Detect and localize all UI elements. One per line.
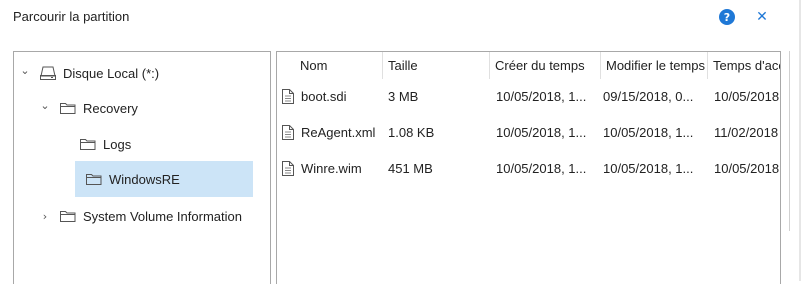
cell-accessed: 10/05/2018 — [714, 160, 780, 176]
folder-icon — [85, 172, 103, 186]
tree-item-label: WindowsRE — [109, 171, 180, 187]
cell-created: 10/05/2018, 1... — [496, 160, 587, 176]
table-row[interactable]: boot.sdi 3 MB 10/05/2018, 1... 09/15/2018, … — [277, 79, 780, 113]
tree-item-label: Logs — [103, 136, 132, 152]
file-icon — [281, 151, 295, 185]
table-row[interactable]: ReAgent.xml 1.08 KB 10/05/2018, 1... 10/05/… — [277, 115, 780, 149]
tree-item[interactable]: › System Volume Information — [19, 198, 264, 234]
folder-tree-panel: ⌄ Disque Local (*:) ⌄ Recovery Logs WindowsRE… — [13, 51, 271, 284]
tree-item[interactable]: ⌄ Disque Local (*:) — [19, 55, 264, 91]
cell-accessed: 11/02/2018 — [714, 124, 779, 140]
cell-name: Winre.wim — [301, 160, 362, 176]
tree-item[interactable]: Logs — [19, 126, 264, 162]
cell-modified: 10/05/2018, 1... — [603, 160, 694, 176]
close-button[interactable]: ✕ — [754, 8, 770, 26]
folder-icon — [79, 137, 97, 151]
cell-size: 1.08 KB — [388, 124, 435, 140]
folder-icon — [59, 209, 77, 223]
tree-item-label: System Volume Information — [83, 208, 242, 224]
table-row[interactable]: Winre.wim 451 MB 10/05/2018, 1... 10/05/201… — [277, 151, 780, 185]
chevron-right-icon[interactable]: › — [39, 210, 51, 223]
divider — [789, 51, 790, 231]
cell-modified: 10/05/2018, 1... — [603, 124, 694, 140]
tree-item[interactable]: WindowsRE — [75, 161, 253, 197]
help-button[interactable]: ? — [719, 9, 735, 25]
file-icon — [281, 79, 295, 113]
file-icon — [281, 115, 295, 149]
column-header-name[interactable]: Nom — [296, 52, 383, 79]
cell-modified: 09/15/2018, 0... — [603, 88, 694, 104]
column-header-created[interactable]: Créer du temps — [490, 52, 601, 79]
tree-item[interactable]: ⌄ Recovery — [19, 90, 264, 126]
column-header-modified[interactable]: Modifier le temps — [601, 52, 708, 79]
close-icon: ✕ — [756, 9, 768, 25]
tree-item-label: Recovery — [83, 100, 138, 116]
help-icon: ? — [723, 10, 731, 24]
cell-size: 3 MB — [388, 88, 419, 104]
cell-name: ReAgent.xml — [301, 124, 376, 140]
file-list-panel: Nom Taille Créer du temps Modifier le temps… — [276, 51, 781, 284]
chevron-down-icon[interactable]: ⌄ — [19, 64, 31, 77]
cell-name: boot.sdi — [301, 88, 347, 104]
cell-created: 10/05/2018, 1... — [496, 124, 587, 140]
folder-icon — [59, 101, 77, 115]
cell-size: 451 MB — [388, 160, 433, 176]
drive-icon — [39, 65, 57, 81]
column-header-accessed[interactable]: Temps d'accès — [708, 52, 780, 79]
column-header-size[interactable]: Taille — [383, 52, 490, 79]
tree-item-label: Disque Local (*:) — [63, 65, 160, 81]
dialog-title: Parcourir la partition — [13, 9, 130, 24]
cell-accessed: 10/05/2018 — [714, 88, 780, 104]
cell-created: 10/05/2018, 1... — [496, 88, 587, 104]
chevron-down-icon[interactable]: ⌄ — [39, 99, 51, 112]
